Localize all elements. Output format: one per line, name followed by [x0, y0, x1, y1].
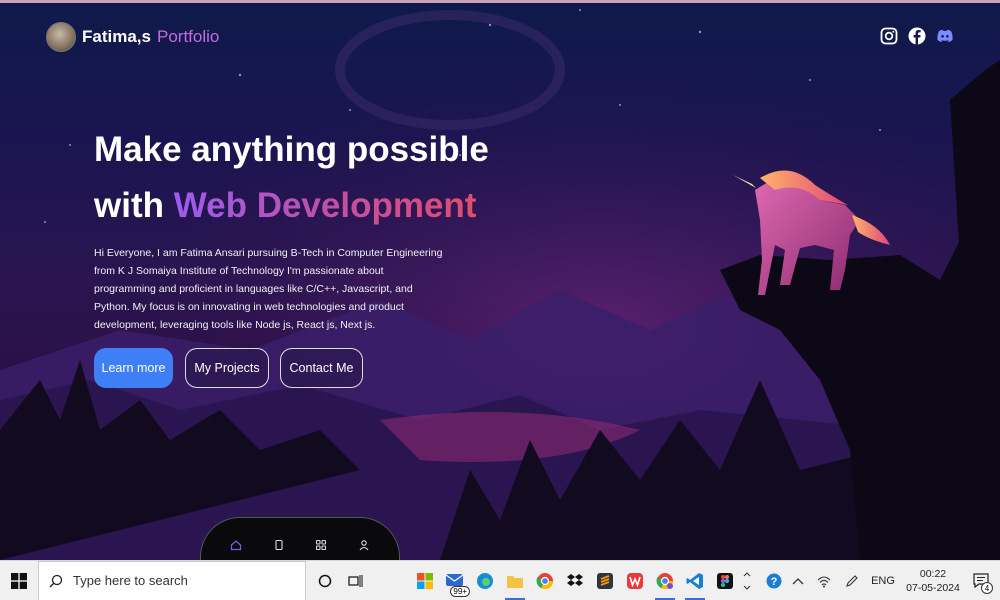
clock-time: 00:22 [919, 567, 947, 580]
language-indicator[interactable]: ENG [866, 575, 900, 587]
sublime-icon[interactable] [590, 561, 620, 600]
clock-date: 07-05-2024 [906, 581, 960, 594]
facebook-icon[interactable] [908, 27, 926, 45]
search-placeholder: Type here to search [73, 573, 188, 588]
chrome-icon[interactable] [530, 561, 560, 600]
instagram-icon[interactable] [880, 27, 898, 45]
taskbar: Type here to search 99+ ? ENG 00:22 07-0… [0, 560, 1000, 600]
headline-with: with [94, 186, 164, 225]
search-icon [49, 574, 63, 588]
wifi-icon[interactable] [810, 561, 838, 600]
site-logo[interactable]: Fatima,s Portfolio [46, 22, 219, 52]
active-indicator [505, 597, 525, 600]
notification-badge: 4 [981, 581, 993, 594]
my-projects-button[interactable]: My Projects [185, 348, 269, 388]
logo-accent: Portfolio [156, 27, 220, 46]
figma-icon[interactable] [710, 561, 740, 600]
wps-office-icon[interactable] [620, 561, 650, 600]
grid-icon[interactable] [315, 538, 327, 551]
active-indicator [655, 597, 675, 600]
logo-avatar [46, 22, 76, 52]
widgets-icon[interactable] [410, 561, 440, 600]
contact-me-button[interactable]: Contact Me [280, 348, 363, 388]
dropbox-icon[interactable] [560, 561, 590, 600]
bottom-navigation [200, 517, 400, 560]
pen-icon[interactable] [838, 561, 866, 600]
mail-icon[interactable]: 99+ [440, 561, 470, 600]
chrome-profile-icon[interactable] [650, 561, 680, 600]
vscode-icon[interactable] [680, 561, 710, 600]
social-links [880, 27, 954, 45]
user-icon[interactable] [358, 538, 370, 551]
windows-start-button[interactable] [0, 561, 38, 600]
headline-line-1: Make anything possible [94, 130, 489, 169]
headline-highlight: Web Development [173, 186, 477, 225]
intro-paragraph: Hi Everyone, I am Fatima Ansari pursuing… [94, 247, 443, 331]
windows-logo-icon [11, 572, 27, 589]
scroll-arrows[interactable] [740, 561, 754, 600]
hero-headline: Make anything possible with Web Developm… [94, 122, 489, 234]
help-icon[interactable]: ? [762, 561, 786, 600]
headline-line-2: with Web Development [94, 178, 489, 234]
logo-name: Fatima,s [82, 27, 151, 46]
active-indicator [685, 597, 705, 600]
mail-badge: 99+ [450, 585, 470, 597]
chevron-up-icon[interactable] [786, 561, 810, 600]
svg-text:?: ? [771, 576, 778, 588]
file-explorer-icon[interactable] [500, 561, 530, 600]
notification-center-icon[interactable]: 4 [966, 561, 996, 600]
system-tray: ? ENG 00:22 07-05-2024 4 [762, 561, 996, 600]
taskbar-search-box[interactable]: Type here to search [38, 560, 306, 600]
clock[interactable]: 00:22 07-05-2024 [900, 567, 966, 595]
learn-more-button[interactable]: Learn more [94, 348, 173, 388]
document-icon[interactable] [273, 538, 285, 551]
home-icon[interactable] [230, 538, 242, 551]
edge-icon[interactable] [470, 561, 500, 600]
task-view-icon[interactable] [340, 561, 370, 600]
hero-section: Fatima,s Portfolio Make anything possibl… [0, 0, 1000, 560]
discord-icon[interactable] [936, 27, 954, 45]
cortana-icon[interactable] [310, 561, 340, 600]
